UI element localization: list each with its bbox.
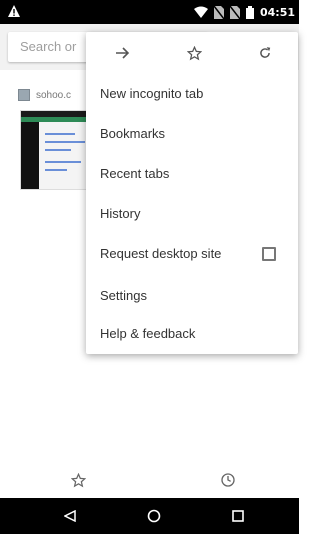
bottom-toolbar <box>0 462 299 498</box>
menu-item-label: History <box>100 206 141 221</box>
battery-icon <box>245 5 254 19</box>
desktop-site-checkbox[interactable] <box>262 247 276 261</box>
forward-arrow-icon[interactable] <box>112 42 134 64</box>
menu-item-settings[interactable]: Settings <box>100 276 290 316</box>
menu-item-label: Request desktop site <box>100 246 222 261</box>
wifi-icon <box>193 6 208 18</box>
menu-item-history[interactable]: History <box>100 194 290 234</box>
menu-item-label: New incognito tab <box>100 86 204 101</box>
bookmark-star-icon[interactable] <box>68 470 88 490</box>
back-icon[interactable] <box>60 506 80 526</box>
no-sim-icon <box>213 5 224 19</box>
system-nav-bar <box>0 498 299 534</box>
search-placeholder: Search or <box>20 39 77 54</box>
menu-item-bookmarks[interactable]: Bookmarks <box>100 114 290 154</box>
warning-icon <box>8 5 20 18</box>
menu-item-new-incognito-tab[interactable]: New incognito tab <box>100 74 290 114</box>
status-time: 04:51 <box>259 5 295 19</box>
menu-item-label: Settings <box>100 288 147 303</box>
menu-item-label: Bookmarks <box>100 126 166 141</box>
history-clock-icon[interactable] <box>218 470 238 490</box>
overflow-menu: New incognito tab Bookmarks Recent tabs … <box>86 32 298 354</box>
menu-item-label: Help & feedback <box>100 326 196 341</box>
no-sim-icon <box>229 5 240 19</box>
bookmark-star-icon[interactable] <box>183 42 205 64</box>
menu-item-recent-tabs[interactable]: Recent tabs <box>100 154 290 194</box>
menu-item-help-feedback[interactable]: Help & feedback <box>100 314 290 354</box>
menu-item-label: Recent tabs <box>100 166 170 181</box>
status-bar: 04:51 <box>0 0 299 24</box>
menu-item-request-desktop-site[interactable]: Request desktop site <box>100 234 290 274</box>
tile-header: sohoo.c <box>18 86 71 104</box>
reload-icon[interactable] <box>254 42 276 64</box>
menu-icon-row <box>86 32 298 74</box>
tile-title: sohoo.c <box>36 89 72 101</box>
favicon-icon <box>18 89 30 101</box>
home-icon[interactable] <box>144 506 164 526</box>
recents-icon[interactable] <box>228 506 248 526</box>
